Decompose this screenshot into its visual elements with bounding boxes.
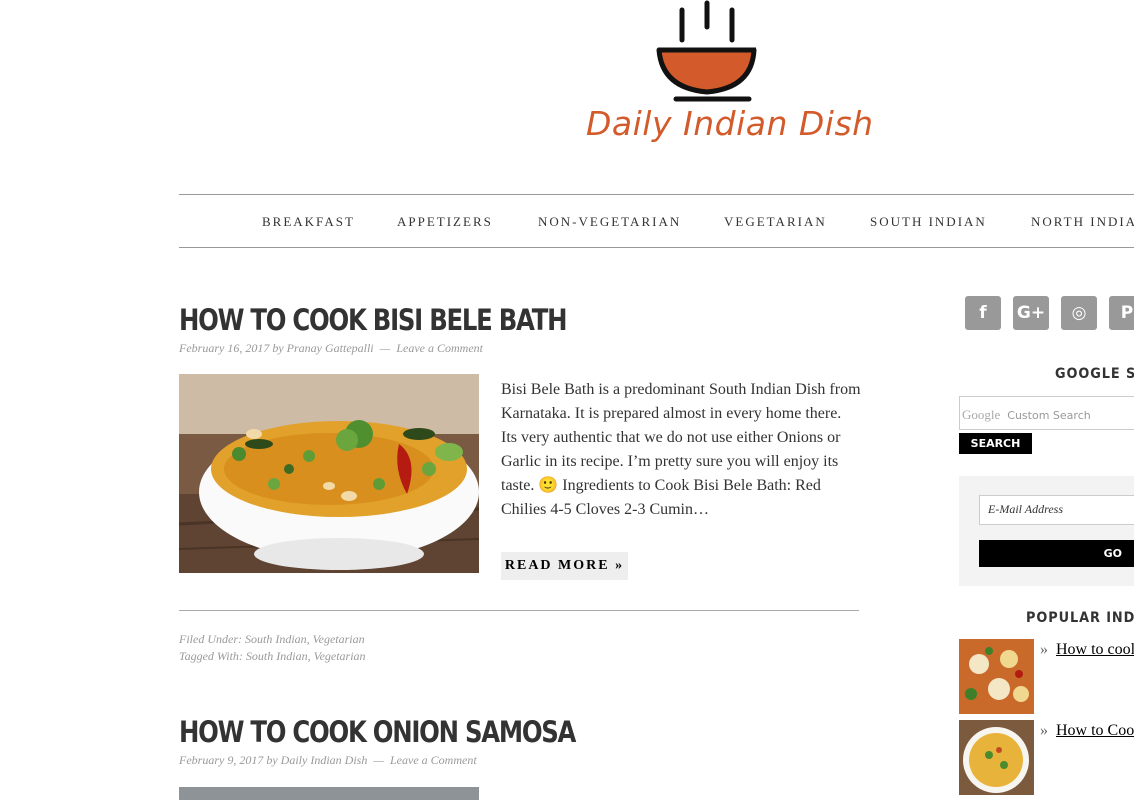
post-title[interactable]: HOW TO COOK BISI BELE BATH — [179, 303, 568, 337]
nav-item-non-vegetarian[interactable]: NON-VEGETARIAN — [538, 214, 681, 230]
go-button[interactable]: GO — [979, 540, 1134, 567]
post-divider — [179, 610, 859, 611]
tagged-with: Tagged With: South Indian, Vegetarian — [179, 649, 366, 664]
popular-link[interactable]: » How to Coo — [1040, 722, 1134, 740]
post-title[interactable]: HOW TO COOK ONION SAMOSA — [179, 715, 576, 749]
nav-item-breakfast[interactable]: BREAKFAST — [262, 214, 355, 230]
post-author-link[interactable]: Pranay Gattepalli — [287, 341, 374, 355]
leave-comment-link[interactable]: Leave a Comment — [390, 753, 477, 767]
instagram-icon[interactable]: ◎ — [1061, 296, 1097, 330]
site-logo[interactable]: Daily Indian Dish — [582, 0, 873, 160]
nav-item-vegetarian[interactable]: VEGETARIAN — [724, 214, 827, 230]
post-meta: February 16, 2017 by Pranay Gattepalli —… — [179, 341, 483, 356]
popular-thumbnail[interactable] — [959, 639, 1034, 714]
post-excerpt: Bisi Bele Bath is a predominant South In… — [501, 381, 861, 518]
pinterest-icon[interactable]: P — [1109, 296, 1134, 330]
filed-under: Filed Under: South Indian, Vegetarian — [179, 632, 365, 647]
tagged-with-tags[interactable]: South Indian, Vegetarian — [246, 649, 366, 663]
nav-item-appetizers[interactable]: APPETIZERS — [397, 214, 493, 230]
meta-separator: — — [373, 753, 384, 767]
google-logo: Google — [962, 407, 1001, 422]
site-title: Daily Indian Dish — [586, 104, 874, 143]
raquo-icon: » — [1040, 641, 1048, 658]
post-thumbnail[interactable] — [179, 374, 479, 573]
meta-separator: — — [379, 341, 391, 355]
google-search-placeholder-text: Custom Search — [1007, 409, 1091, 422]
popular-link-label: How to Coo — [1056, 722, 1134, 739]
popular-title: POPULAR INDIAN — [1026, 610, 1134, 626]
popular-thumbnail[interactable] — [959, 720, 1034, 795]
popular-link-label: How to cool — [1056, 641, 1134, 658]
tagged-with-label: Tagged With: — [179, 649, 243, 663]
post-meta: February 9, 2017 by Daily Indian Dish — … — [179, 753, 477, 768]
search-button[interactable]: SEARCH — [959, 433, 1032, 454]
email-field[interactable]: E-Mail Address — [979, 495, 1134, 525]
google-plus-icon[interactable]: G+ — [1013, 296, 1049, 330]
google-search-placeholder: Google Custom Search — [962, 407, 1091, 423]
read-more-button[interactable]: READ MORE » — [501, 552, 628, 580]
nav-item-north-indian[interactable]: NORTH INDIAN — [1031, 214, 1134, 230]
post-by: by — [272, 341, 284, 355]
leave-comment-link[interactable]: Leave a Comment — [396, 341, 483, 355]
post-date: February 9, 2017 — [179, 753, 264, 767]
bowl-icon — [656, 0, 757, 102]
raquo-icon: » — [1040, 722, 1048, 739]
filed-under-categories[interactable]: South Indian, Vegetarian — [245, 632, 365, 646]
google-search-title: GOOGLE SEA — [1055, 366, 1134, 382]
popular-link[interactable]: » How to cool — [1040, 641, 1134, 659]
newsletter-widget — [959, 476, 1134, 586]
facebook-icon[interactable]: f — [965, 296, 1001, 330]
filed-under-label: Filed Under: — [179, 632, 242, 646]
nav-item-south-indian[interactable]: SOUTH INDIAN — [870, 214, 987, 230]
main-nav: BREAKFAST APPETIZERS NON-VEGETARIAN VEGE… — [179, 194, 1134, 248]
google-search-input[interactable]: Google Custom Search — [959, 396, 1134, 430]
post-by: by — [266, 753, 278, 767]
post-author-link[interactable]: Daily Indian Dish — [281, 753, 368, 767]
post-date: February 16, 2017 — [179, 341, 270, 355]
post-thumbnail[interactable] — [179, 787, 479, 800]
